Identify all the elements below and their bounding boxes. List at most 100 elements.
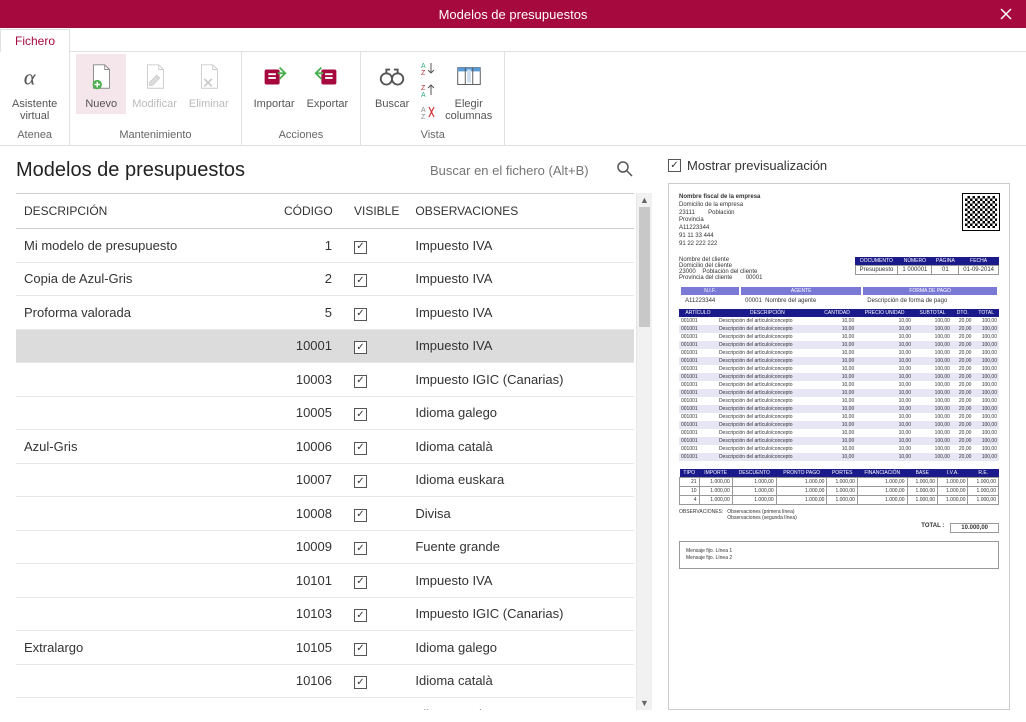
cell-descripcion [16,396,276,430]
svg-text:α: α [23,65,36,90]
window-title: Modelos de presupuestos [439,7,588,22]
cell-observaciones: Idioma galego [407,396,634,430]
visible-checkbox[interactable] [354,542,367,555]
table-row[interactable]: Proforma valorada5Impuesto IVA [16,296,634,330]
preview-panel: Nombre fiscal de la empresa Domicilio de… [668,183,1010,710]
ribbon-sort-clear[interactable]: AZ [417,102,439,122]
edit-document-icon [140,62,170,92]
visible-checkbox[interactable] [354,274,367,287]
sort-asc-icon: AZ [420,60,436,76]
cell-codigo: 10103 [276,597,346,631]
col-descripcion[interactable]: DESCRIPCIÓN [16,194,276,229]
visible-checkbox[interactable] [354,241,367,254]
visible-checkbox[interactable] [354,509,367,522]
models-table: DESCRIPCIÓN CÓDIGO VISIBLE OBSERVACIONES… [16,193,634,710]
cell-visible [346,530,407,564]
table-row[interactable]: 10005 Idioma galego [16,396,634,430]
visible-checkbox[interactable] [354,341,367,354]
ribbon-eliminar[interactable]: Eliminar [183,54,235,114]
ribbon-sort-desc[interactable]: ZA [417,80,439,100]
company-address: Domicilio de la empresa [679,202,760,210]
cell-visible [346,262,407,296]
visible-checkbox[interactable] [354,609,367,622]
page-title: Modelos de presupuestos [16,159,245,182]
table-row[interactable]: 10003Impuesto IGIC (Canarias) [16,363,634,397]
left-pane: Modelos de presupuestos DESCRIPCIÓN CÓDI… [0,146,652,722]
table-row[interactable]: 10008Divisa [16,497,634,531]
ribbon-sort-asc[interactable]: AZ [417,58,439,78]
close-button[interactable] [986,0,1026,28]
visible-checkbox[interactable] [354,308,367,321]
visible-checkbox[interactable] [354,475,367,488]
table-row[interactable]: 10107Idioma euskara [16,698,634,711]
visible-checkbox[interactable] [354,576,367,589]
svg-text:A: A [421,107,426,114]
table-row[interactable]: Azul-Gris10006Idioma català [16,430,634,464]
table-row[interactable]: 10001 Impuesto IVA [16,329,634,363]
ribbon-modificar[interactable]: Modificar [126,54,183,114]
col-observaciones[interactable]: OBSERVACIONES [407,194,634,229]
cell-visible [346,497,407,531]
visible-checkbox[interactable] [354,643,367,656]
cell-descripcion [16,329,276,363]
svg-text:Z: Z [421,85,426,92]
close-icon [1000,8,1012,20]
search-input[interactable] [428,159,608,183]
table-row[interactable]: Mi modelo de presupuesto1Impuesto IVA [16,229,634,263]
cell-observaciones: Impuesto IVA [407,564,634,598]
cell-visible [346,396,407,430]
cell-observaciones: Idioma català [407,430,634,464]
cell-visible [346,664,407,698]
cell-visible [346,564,407,598]
table-row[interactable]: Copia de Azul-Gris2Impuesto IVA [16,262,634,296]
ribbon-group-vista: Buscar AZ ZA AZ Elegir columnas Vista [361,52,505,145]
cell-codigo: 10009 [276,530,346,564]
ribbon-exportar[interactable]: Exportar [301,54,355,114]
search-button[interactable] [614,158,636,183]
table-row[interactable]: 10007Idioma euskara [16,463,634,497]
cell-visible [346,296,407,330]
tab-fichero[interactable]: Fichero [0,29,70,52]
cell-observaciones: Impuesto IVA [407,329,634,363]
cell-descripcion: Extralargo [16,631,276,665]
cell-descripcion [16,564,276,598]
table-row[interactable]: 10009Fuente grande [16,530,634,564]
ribbon-importar[interactable]: Importar [248,54,301,114]
visible-checkbox[interactable] [354,710,367,711]
cell-visible [346,363,407,397]
visible-checkbox[interactable] [354,375,367,388]
visible-checkbox[interactable] [354,442,367,455]
cell-visible [346,463,407,497]
col-visible[interactable]: VISIBLE [346,194,407,229]
col-codigo[interactable]: CÓDIGO [276,194,346,229]
ribbon-buscar[interactable]: Buscar [367,54,417,114]
ribbon-group-mantenimiento: Nuevo Modificar Eliminar Mantenimiento [70,52,241,145]
cell-codigo: 10006 [276,430,346,464]
document-preview: Nombre fiscal de la empresa Domicilio de… [679,194,999,699]
svg-text:Z: Z [421,114,426,120]
table-row[interactable]: Extralargo10105Idioma galego [16,631,634,665]
visible-checkbox[interactable] [354,408,367,421]
binoculars-icon [377,62,407,92]
columns-icon [454,62,484,92]
preview-checkbox[interactable] [668,159,681,172]
ribbon-asistente-virtual[interactable]: α Asistente virtual [6,54,63,126]
table-row[interactable]: 10101Impuesto IVA [16,564,634,598]
cell-codigo: 10105 [276,631,346,665]
table-row[interactable]: 10106Idioma català [16,664,634,698]
sort-clear-icon: AZ [420,104,436,120]
cell-observaciones: Impuesto IVA [407,262,634,296]
ribbon-elegir-columnas[interactable]: Elegir columnas [439,54,498,126]
visible-checkbox[interactable] [354,676,367,689]
titlebar: Modelos de presupuestos [0,0,1026,28]
vertical-scrollbar[interactable]: ▲ ▼ [636,193,652,710]
cell-codigo: 10001 [276,329,346,363]
ribbon-group-acciones: Importar Exportar Acciones [242,52,362,145]
scroll-thumb[interactable] [639,207,650,327]
cell-visible [346,430,407,464]
ribbon-nuevo[interactable]: Nuevo [76,54,126,114]
doc-totals-table: TIPOIMPORTEDESCUENTOPRONTO PAGOPORTESFIN… [679,469,999,505]
cell-codigo: 10005 [276,396,346,430]
export-icon [312,62,342,92]
table-row[interactable]: 10103Impuesto IGIC (Canarias) [16,597,634,631]
